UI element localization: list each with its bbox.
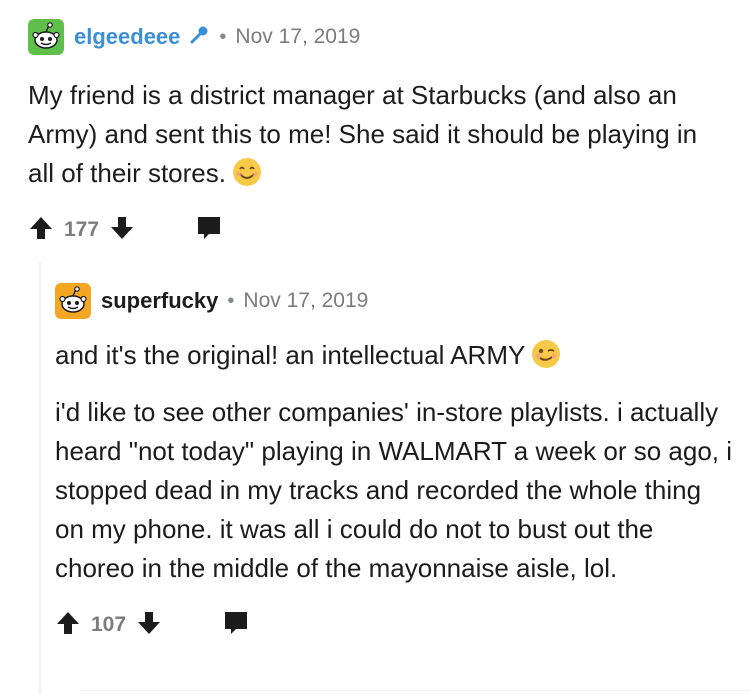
upvote-arrow-icon[interactable]	[55, 610, 81, 641]
comment-paragraph-1: and it's the original! an intellectual A…	[55, 336, 735, 375]
thread-line[interactable]	[39, 262, 41, 694]
comment-date: Nov 17, 2019	[235, 25, 361, 48]
comment-bubble-icon[interactable]	[195, 214, 223, 247]
comment-text: and it's the original! an intellectual A…	[55, 340, 526, 370]
upvote-arrow-icon[interactable]	[28, 215, 54, 246]
comment-body: My friend is a district manager at Starb…	[28, 76, 728, 193]
comment-1: elgeedeee • Nov 17, 2019 My friend is a …	[28, 18, 728, 245]
winking-face-emoji	[531, 339, 561, 369]
downvote-arrow-icon[interactable]	[136, 610, 162, 641]
username[interactable]: superfucky	[101, 288, 218, 314]
downvote-arrow-icon[interactable]	[109, 215, 135, 246]
smiling-face-emoji	[232, 157, 262, 187]
vote-bar: 177	[28, 215, 728, 245]
meta-separator: •	[219, 25, 227, 48]
user-avatar[interactable]	[28, 19, 64, 55]
snoo-avatar-icon	[28, 19, 64, 55]
user-avatar[interactable]	[55, 283, 91, 319]
comment-text: My friend is a district manager at Starb…	[28, 80, 698, 188]
vote-bar: 107	[55, 610, 735, 640]
comment-header: elgeedeee • Nov 17, 2019	[28, 18, 728, 56]
comment-date: Nov 17, 2019	[243, 289, 369, 312]
comment-paragraph-2: i'd like to see other companies' in-stor…	[55, 397, 733, 583]
comment-bubble-icon[interactable]	[222, 609, 250, 642]
microphone-icon	[188, 24, 210, 51]
vote-count: 177	[64, 218, 100, 241]
username[interactable]: elgeedeee	[74, 24, 180, 50]
divider	[80, 690, 750, 691]
comment-header: superfucky • Nov 17, 2019	[55, 282, 735, 320]
meta-separator: •	[227, 289, 235, 312]
snoo-avatar-icon	[55, 283, 91, 319]
vote-count: 107	[91, 613, 127, 636]
comment-2: superfucky • Nov 17, 2019 and it's the o…	[55, 282, 735, 640]
